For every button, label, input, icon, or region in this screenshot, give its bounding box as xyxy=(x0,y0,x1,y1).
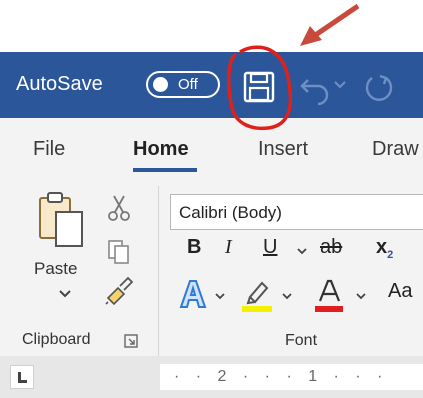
undo-icon[interactable] xyxy=(296,68,334,106)
text-effects-chevron-icon[interactable] xyxy=(214,291,226,301)
format-painter-icon[interactable] xyxy=(104,276,134,306)
copy-icon[interactable] xyxy=(106,238,132,266)
highlight-chevron-icon[interactable] xyxy=(281,291,293,301)
highlight-icon[interactable] xyxy=(240,277,274,313)
clipboard-group-label: Clipboard xyxy=(22,331,91,348)
dialog-launcher-icon[interactable] xyxy=(124,334,138,348)
font-color-chevron-icon[interactable] xyxy=(355,291,367,301)
italic-button[interactable]: I xyxy=(225,236,232,259)
paste-label[interactable]: Paste xyxy=(34,259,77,279)
toggle-state-label: Off xyxy=(178,76,198,93)
undo-dropdown-chevron-icon[interactable] xyxy=(333,78,347,92)
tab-insert[interactable]: Insert xyxy=(258,138,308,161)
font-name-value: Calibri (Body) xyxy=(179,203,282,222)
subscript-base: x xyxy=(376,236,388,258)
bold-button[interactable]: B xyxy=(187,236,201,259)
text-effects-icon[interactable] xyxy=(176,277,210,311)
font-name-box[interactable]: Calibri (Body) xyxy=(170,194,423,230)
underline-dropdown-chevron-icon[interactable] xyxy=(296,246,308,256)
active-tab-indicator xyxy=(133,168,197,172)
underline-button[interactable]: U xyxy=(263,236,277,259)
strikethrough-button[interactable]: ab xyxy=(320,236,342,259)
group-divider xyxy=(158,186,159,356)
font-color-icon[interactable] xyxy=(312,277,346,313)
screen-top-margin xyxy=(0,0,423,52)
tab-draw[interactable]: Draw xyxy=(372,138,419,161)
autosave-toggle[interactable]: Off xyxy=(146,71,220,98)
title-bar: AutoSave Off xyxy=(0,52,423,118)
subscript-mark: 2 xyxy=(387,249,394,261)
ribbon-tabs: File Home Insert Draw xyxy=(0,118,423,180)
tab-file[interactable]: File xyxy=(33,138,65,161)
change-case-button[interactable]: Aa xyxy=(388,280,412,303)
save-icon[interactable] xyxy=(236,64,282,110)
horizontal-ruler[interactable]: · · 2 · · · 1 · · · xyxy=(160,364,423,390)
paste-dropdown-chevron-icon[interactable] xyxy=(58,288,72,300)
toggle-knob xyxy=(153,77,168,92)
ruler-marks: · · 2 · · · 1 · · · xyxy=(174,368,389,385)
redo-icon[interactable] xyxy=(360,68,398,106)
tab-stop-mark-base xyxy=(18,380,27,383)
tab-selector[interactable] xyxy=(10,365,34,389)
ruler-bar: · · 2 · · · 1 · · · xyxy=(0,356,423,398)
autosave-label: AutoSave xyxy=(16,73,103,95)
subscript-button[interactable]: x2 xyxy=(376,236,393,261)
tab-home[interactable]: Home xyxy=(133,138,189,161)
paste-icon[interactable] xyxy=(36,190,92,250)
cut-icon[interactable] xyxy=(106,194,132,222)
ribbon-home: Paste Clipboard Calibri (Body) B I U ab … xyxy=(0,180,423,356)
font-group-label: Font xyxy=(285,332,318,349)
